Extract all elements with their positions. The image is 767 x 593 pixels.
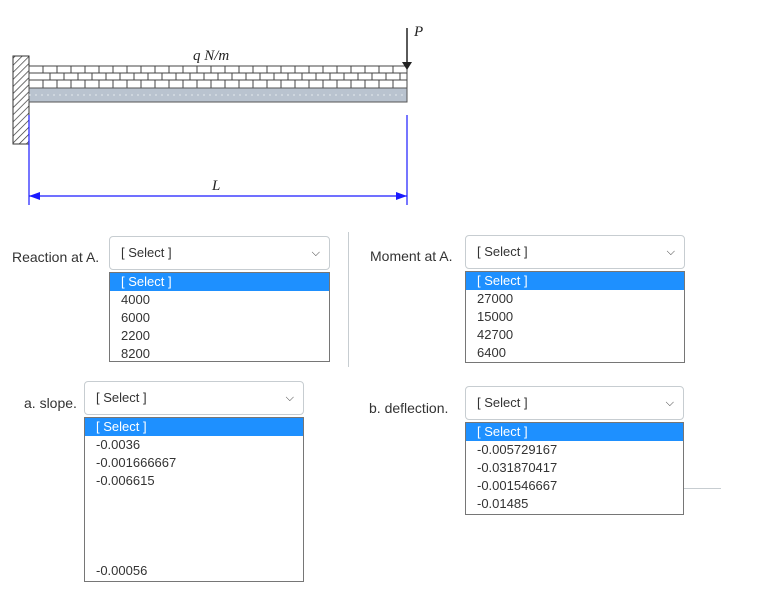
deflection-option[interactable]: -0.01485: [466, 495, 683, 513]
deflection-option[interactable]: -0.001546667: [466, 477, 683, 495]
column-divider: [348, 232, 349, 367]
distributed-load-label: q N/m: [193, 48, 229, 64]
deflection-options-list[interactable]: [ Select ] -0.005729167 -0.031870417 -0.…: [465, 422, 684, 515]
reaction-label: Reaction at A.: [12, 249, 100, 265]
deflection-option[interactable]: [ Select ]: [466, 423, 683, 441]
deflection-label: b. deflection.: [369, 400, 449, 416]
chevron-down-icon: ⌵: [665, 397, 674, 409]
slope-options-blank-area: [85, 490, 303, 562]
slope-option[interactable]: [ Select ]: [85, 418, 303, 436]
moment-options-list[interactable]: [ Select ] 27000 15000 42700 6400: [465, 271, 685, 363]
reaction-option[interactable]: 4000: [110, 291, 329, 309]
slope-option[interactable]: -0.006615: [85, 472, 303, 490]
point-load-label: P: [413, 24, 423, 40]
slope-label: a. slope.: [24, 395, 77, 411]
moment-option[interactable]: 15000: [466, 308, 684, 326]
deflection-select[interactable]: [ Select ] ⌵: [465, 386, 684, 420]
moment-select[interactable]: [ Select ] ⌵: [465, 235, 685, 269]
moment-label: Moment at A.: [370, 248, 453, 264]
reaction-option[interactable]: [ Select ]: [110, 273, 329, 291]
moment-option[interactable]: 27000: [466, 290, 684, 308]
moment-selected-value: [ Select ]: [477, 244, 528, 259]
fixed-wall-support: [12, 55, 30, 145]
chevron-down-icon: ⌵: [311, 247, 320, 259]
reaction-selected-value: [ Select ]: [121, 245, 172, 260]
reaction-select[interactable]: [ Select ] ⌵: [109, 236, 330, 270]
slope-option[interactable]: -0.00056: [85, 562, 303, 580]
reaction-option[interactable]: 6000: [110, 309, 329, 327]
slope-selected-value: [ Select ]: [96, 390, 147, 405]
slope-option[interactable]: -0.001666667: [85, 454, 303, 472]
slope-option[interactable]: -0.0036: [85, 436, 303, 454]
distributed-load-blocks: [28, 65, 408, 89]
reaction-option[interactable]: 2200: [110, 327, 329, 345]
slope-select[interactable]: [ Select ] ⌵: [84, 381, 304, 415]
cantilever-beam-diagram: P q N/m L: [12, 24, 423, 205]
slope-options-list[interactable]: [ Select ] -0.0036 -0.001666667 -0.00661…: [84, 417, 304, 582]
chevron-down-icon: ⌵: [666, 246, 675, 258]
moment-option[interactable]: 42700: [466, 326, 684, 344]
moment-option[interactable]: 6400: [466, 344, 684, 362]
beam: [28, 87, 408, 103]
deflection-option[interactable]: -0.031870417: [466, 459, 683, 477]
chevron-down-icon: ⌵: [285, 392, 294, 404]
moment-option[interactable]: [ Select ]: [466, 272, 684, 290]
reaction-options-list[interactable]: [ Select ] 4000 6000 2200 8200: [109, 272, 330, 362]
reaction-option[interactable]: 8200: [110, 345, 329, 363]
deflection-option[interactable]: -0.005729167: [466, 441, 683, 459]
deflection-selected-value: [ Select ]: [477, 395, 528, 410]
length-label: L: [211, 178, 220, 194]
